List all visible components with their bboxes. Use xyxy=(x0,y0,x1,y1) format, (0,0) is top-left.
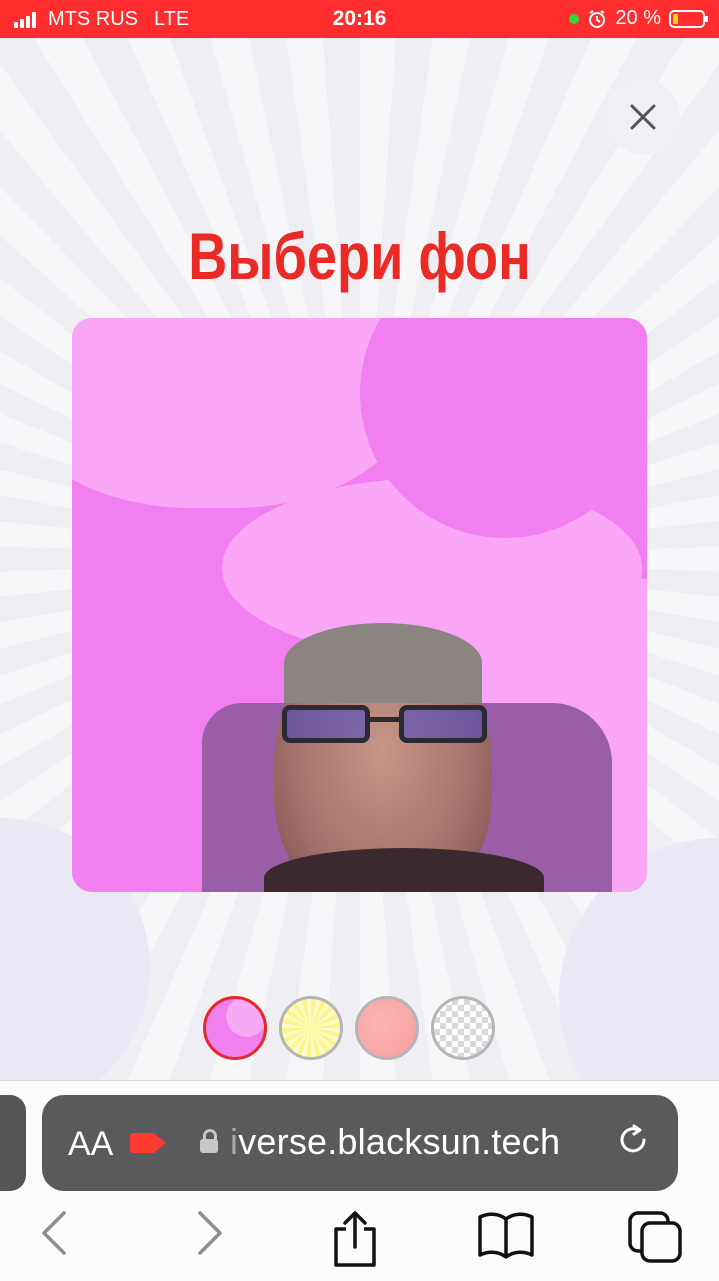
status-right: 20 % xyxy=(569,7,708,30)
forward-button[interactable] xyxy=(192,1209,226,1267)
share-icon xyxy=(334,1211,376,1267)
background-picker-page: Выбери фон xyxy=(0,38,719,1080)
page-title: Выбери фон xyxy=(188,219,531,293)
close-icon xyxy=(630,104,656,130)
lock-icon xyxy=(200,1129,218,1153)
reload-icon xyxy=(620,1124,646,1153)
swatch-yellow[interactable] xyxy=(279,996,343,1060)
bookmarks-button[interactable] xyxy=(476,1209,536,1271)
swatch-transparent[interactable] xyxy=(431,996,495,1060)
background-swatches xyxy=(203,996,495,1060)
battery-icon xyxy=(669,9,708,28)
hair xyxy=(284,623,482,703)
browser-chrome: AA iverse.blacksun.tech xyxy=(0,1080,719,1281)
camera-preview xyxy=(72,318,647,892)
close-button[interactable] xyxy=(606,80,680,154)
forward-icon xyxy=(198,1211,222,1255)
battery-label: 20 % xyxy=(615,7,661,29)
mic-indicator-icon xyxy=(569,13,580,24)
url-text[interactable]: iverse.blacksun.tech xyxy=(230,1121,560,1163)
alarm-icon xyxy=(589,9,606,28)
tabs-icon xyxy=(628,1211,682,1263)
back-icon xyxy=(42,1211,66,1255)
glasses xyxy=(282,705,487,745)
previous-tab-peek[interactable] xyxy=(0,1095,26,1191)
bookmarks-icon xyxy=(478,1212,534,1259)
status-bar: MTS RUS LTE 20:16 20 % xyxy=(0,0,719,38)
user-video-feed xyxy=(202,623,612,892)
tabs-button[interactable] xyxy=(626,1209,684,1275)
reload-button[interactable] xyxy=(614,1121,652,1169)
share-button[interactable] xyxy=(330,1209,380,1279)
browser-toolbar xyxy=(0,1201,719,1271)
swatch-pink[interactable] xyxy=(203,996,267,1060)
swatch-salmon[interactable] xyxy=(355,996,419,1060)
address-bar[interactable]: AA iverse.blacksun.tech xyxy=(42,1095,678,1191)
camera-in-use-icon[interactable] xyxy=(130,1133,156,1153)
back-button[interactable] xyxy=(38,1209,72,1267)
text-size-button[interactable]: AA xyxy=(68,1125,113,1164)
